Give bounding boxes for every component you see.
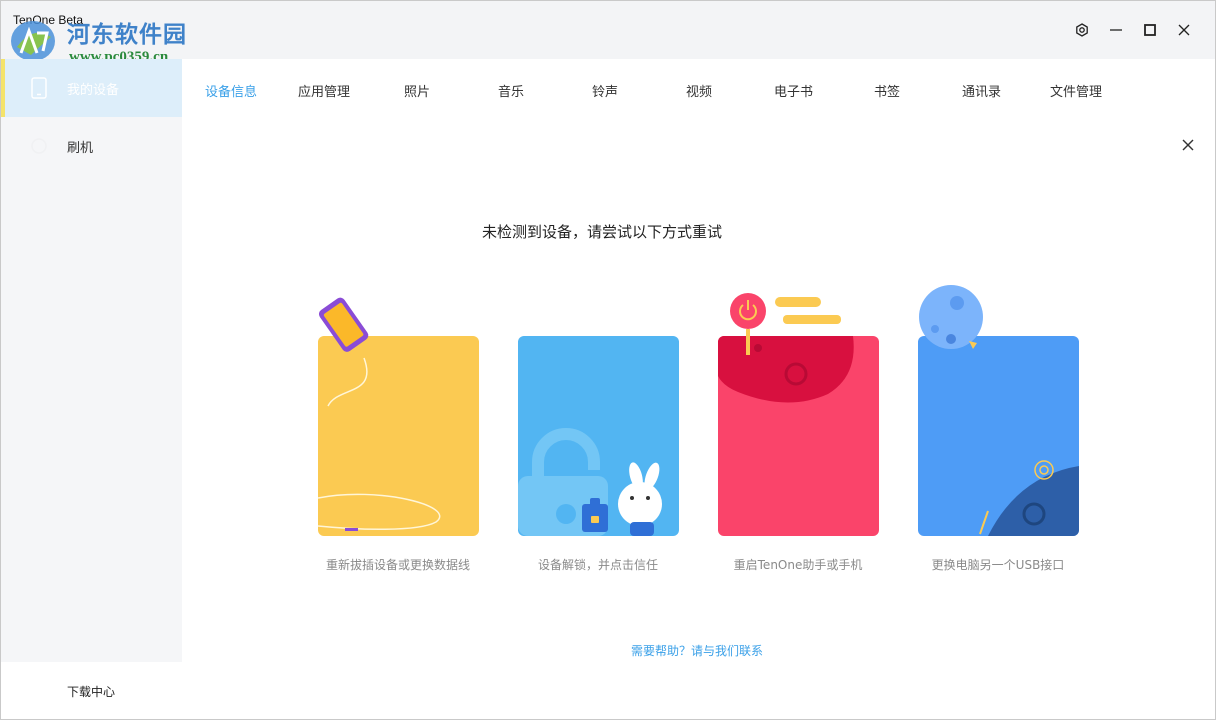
unlock-illustration <box>518 428 662 536</box>
close-window-button[interactable] <box>1167 19 1201 41</box>
maximize-icon <box>1144 24 1156 36</box>
phone-icon <box>29 77 49 99</box>
title-bar: TenOne Beta 河东软件园 www.pc0359.cn <box>1 1 1215 65</box>
tab-photos[interactable]: 照片 <box>404 81 430 100</box>
tip-label-restart: 重启TenOne助手或手机 <box>733 558 863 572</box>
tip-label-replug: 重新拔插设备或更换数据线 <box>325 558 470 572</box>
watermark-name: 河东软件园 <box>67 21 187 48</box>
window-controls <box>1065 19 1201 41</box>
help-contact-link[interactable]: 需要帮助？请与我们联系 <box>631 642 763 659</box>
maximize-button[interactable] <box>1133 19 1167 41</box>
tip-label-unlock: 设备解锁，并点击信任 <box>537 558 658 572</box>
minimize-button[interactable] <box>1099 19 1133 41</box>
tip-card-unlock <box>518 336 679 536</box>
settings-icon <box>1076 23 1088 37</box>
sidebar-item-my-device[interactable]: 我的设备 <box>1 59 182 117</box>
close-icon <box>1178 24 1190 36</box>
tab-file-management[interactable]: 文件管理 <box>1050 81 1102 100</box>
tip-card-replug <box>318 336 479 536</box>
moon-illustration-icon <box>919 285 983 349</box>
tab-bar: 设备信息 应用管理 照片 音乐 铃声 视频 电子书 书签 通讯录 文件管理 <box>182 59 1215 117</box>
tab-bookmarks[interactable]: 书签 <box>874 81 900 100</box>
flash-icon <box>29 135 49 157</box>
tip-card-restart <box>718 336 879 536</box>
sidebar: 我的设备 刷机 <box>1 59 182 662</box>
tab-contacts[interactable]: 通讯录 <box>962 81 1001 100</box>
phone-illustration-icon <box>318 297 369 352</box>
sidebar-item-label: 我的设备 <box>67 82 120 98</box>
planet-illustration <box>718 336 854 403</box>
minimize-icon <box>1110 29 1122 31</box>
close-panel-icon[interactable] <box>1181 138 1195 152</box>
usb-illustration <box>979 460 1079 536</box>
tab-music[interactable]: 音乐 <box>498 81 524 100</box>
sidebar-item-flash[interactable]: 刷机 <box>1 117 182 175</box>
no-device-headline: 未检测到设备，请尝试以下方式重试 <box>1 221 1216 242</box>
tab-ebooks[interactable]: 电子书 <box>774 81 813 100</box>
power-illustration-icon <box>730 293 841 355</box>
download-center-link[interactable]: 下载中心 <box>67 683 115 700</box>
headline-text: 未检测到设备，请尝试以下方式重试 <box>481 223 722 241</box>
tab-videos[interactable]: 视频 <box>686 81 712 100</box>
tab-ringtones[interactable]: 铃声 <box>592 81 618 100</box>
tip-label-usb: 更换电脑另一个USB接口 <box>931 558 1065 572</box>
settings-button[interactable] <box>1065 19 1099 41</box>
app-window: TenOne Beta 河东软件园 www.pc0359.cn 我的设备 刷机 … <box>0 0 1216 720</box>
tip-card-usb <box>918 336 1079 536</box>
cable-illustration <box>318 357 441 531</box>
tab-app-management[interactable]: 应用管理 <box>298 81 350 100</box>
sidebar-item-label: 刷机 <box>67 140 94 156</box>
tab-device-info[interactable]: 设备信息 <box>205 81 257 100</box>
